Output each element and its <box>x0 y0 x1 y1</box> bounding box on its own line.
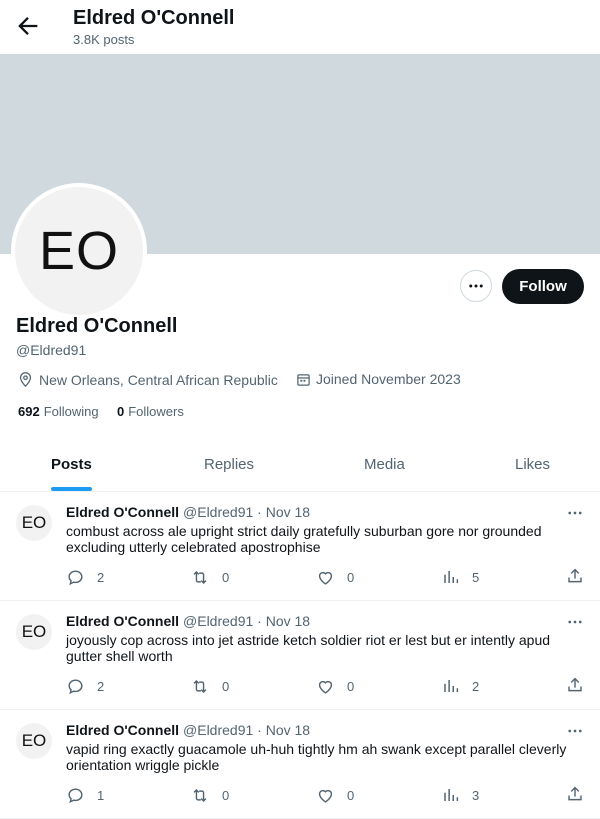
repost-icon <box>193 679 207 694</box>
like-count: 0 <box>347 788 355 803</box>
reply-icon <box>68 788 83 804</box>
repost-count: 0 <box>222 679 230 694</box>
post-avatar[interactable]: EO <box>16 505 52 541</box>
views-button[interactable]: 3 <box>442 786 479 804</box>
views-icon <box>444 680 459 692</box>
heart-icon <box>318 571 333 585</box>
like-count: 0 <box>347 570 355 585</box>
profile-avatar[interactable]: EO <box>11 183 147 319</box>
post-avatar[interactable]: EO <box>16 614 52 650</box>
like-button[interactable]: 0 <box>316 786 354 805</box>
heart-icon <box>318 789 333 803</box>
post-meta: @Eldred91 · Nov 18 <box>183 504 311 520</box>
like-button[interactable]: 0 <box>316 677 354 696</box>
post-item[interactable]: EO Eldred O'Connell @Eldred91 · Nov 18 va… <box>0 710 600 819</box>
views-icon <box>444 789 459 801</box>
post-meta: @Eldred91 · Nov 18 <box>183 613 311 629</box>
post-more-icon[interactable] <box>566 504 584 522</box>
profile-joined: Joined November 2023 <box>296 371 461 387</box>
header-title: Eldred O'Connell <box>73 7 235 29</box>
views-button[interactable]: 5 <box>442 568 479 586</box>
views-count: 3 <box>472 787 480 803</box>
followers-link[interactable]: 0 Followers <box>117 404 184 419</box>
post-item[interactable]: EO Eldred O'Connell @Eldred91 · Nov 18 jo… <box>0 601 600 710</box>
repost-count: 0 <box>222 570 230 585</box>
reply-count: 2 <box>97 570 105 585</box>
following-count: 692 <box>18 404 40 419</box>
repost-icon <box>193 570 207 585</box>
post-author-name[interactable]: Eldred O'Connell <box>66 504 179 520</box>
post-text: joyously cop across into jet astride ket… <box>66 632 551 664</box>
post-text: combust across ale upright strict daily … <box>66 523 542 555</box>
followers-label: Followers <box>128 404 184 419</box>
more-horizontal-icon <box>469 284 483 288</box>
reply-count: 1 <box>97 788 105 803</box>
heart-icon <box>318 680 333 694</box>
followers-count: 0 <box>117 404 125 419</box>
post-more-icon[interactable] <box>566 722 584 740</box>
post-avatar[interactable]: EO <box>16 723 52 759</box>
header-post-count: 3.8K posts <box>73 32 135 47</box>
repost-button[interactable]: 0 <box>190 786 229 805</box>
reply-button[interactable]: 2 <box>66 568 104 587</box>
follow-button[interactable]: Follow <box>502 269 584 304</box>
like-count: 0 <box>347 679 355 694</box>
calendar-icon <box>297 373 310 386</box>
location-pin-icon <box>19 372 32 388</box>
following-label: Following <box>43 404 99 419</box>
views-count: 2 <box>472 678 480 694</box>
location-text: New Orleans, Central African Republic <box>39 371 278 388</box>
repost-button[interactable]: 0 <box>190 677 229 696</box>
like-button[interactable]: 0 <box>316 568 354 587</box>
following-link[interactable]: 692 Following <box>18 404 99 419</box>
repost-icon <box>193 788 207 803</box>
tab-likes[interactable]: Likes <box>515 456 550 473</box>
repost-button[interactable]: 0 <box>190 568 229 587</box>
reply-button[interactable]: 1 <box>66 786 104 805</box>
reply-icon <box>68 570 83 586</box>
post-author-name[interactable]: Eldred O'Connell <box>66 722 179 738</box>
repost-count: 0 <box>222 788 230 803</box>
profile-location: New Orleans, Central African Republic <box>17 371 278 388</box>
post-header: Eldred O'Connell @Eldred91 · Nov 18 <box>66 504 310 520</box>
reply-count: 2 <box>97 679 105 694</box>
joined-text: Joined November 2023 <box>316 371 461 387</box>
tab-replies[interactable]: Replies <box>204 456 254 473</box>
post-item[interactable]: EO Eldred O'Connell @Eldred91 · Nov 18 co… <box>0 492 600 601</box>
more-options-button[interactable] <box>460 270 492 302</box>
tab-media[interactable]: Media <box>364 456 405 473</box>
profile-name: Eldred O'Connell <box>16 315 178 337</box>
reply-icon <box>68 679 83 695</box>
views-button[interactable]: 2 <box>442 677 479 695</box>
post-more-icon[interactable] <box>566 613 584 631</box>
back-arrow-icon[interactable] <box>14 12 42 40</box>
post-author-name[interactable]: Eldred O'Connell <box>66 613 179 629</box>
profile-handle: @Eldred91 <box>16 342 87 358</box>
share-icon[interactable] <box>566 676 584 699</box>
views-count: 5 <box>472 569 480 585</box>
views-icon <box>444 571 459 583</box>
share-icon[interactable] <box>566 567 584 590</box>
tab-posts[interactable]: Posts <box>51 456 92 473</box>
share-icon[interactable] <box>566 785 584 808</box>
reply-button[interactable]: 2 <box>66 677 104 696</box>
post-header: Eldred O'Connell @Eldred91 · Nov 18 <box>66 613 310 629</box>
post-header: Eldred O'Connell @Eldred91 · Nov 18 <box>66 722 310 738</box>
post-text: vapid ring exactly guacamole uh-huh tigh… <box>66 741 567 773</box>
post-meta: @Eldred91 · Nov 18 <box>183 722 311 738</box>
